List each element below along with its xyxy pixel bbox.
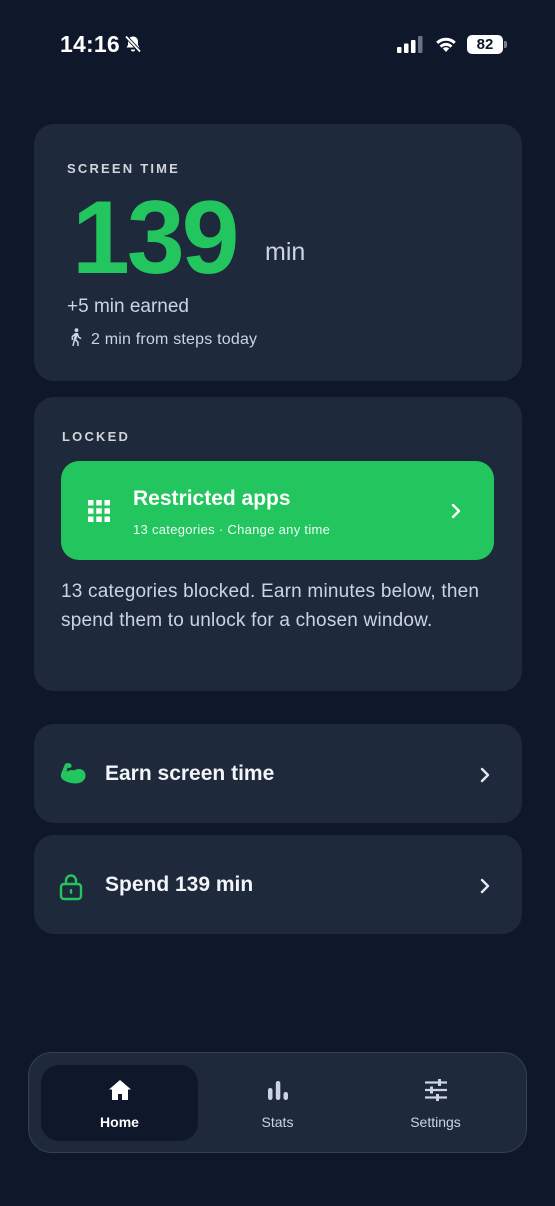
tab-home-label: Home (100, 1114, 139, 1130)
status-bar: 14:16 82 (0, 0, 555, 90)
walking-icon (69, 328, 83, 351)
battery-tip (504, 41, 507, 48)
chevron-right-icon (479, 766, 491, 789)
tab-settings-label: Settings (410, 1114, 461, 1130)
spend-minutes-button[interactable]: Spend 139 min (34, 835, 522, 934)
steps-text: 2 min from steps today (91, 330, 258, 348)
chevron-right-icon (479, 877, 491, 900)
bell-muted-icon (123, 34, 143, 59)
earned-minutes: +5 min earned (67, 296, 189, 317)
locked-description: 13 categories blocked. Earn minutes belo… (61, 581, 480, 631)
tab-settings[interactable]: Settings (357, 1065, 514, 1141)
steps-row: 2 min from steps today (69, 328, 257, 351)
earn-screen-time-label: Earn screen time (105, 762, 275, 785)
spend-minutes-label: Spend 139 min (105, 873, 254, 896)
grid-icon (88, 500, 110, 527)
restricted-apps-subtitle: 13 categories · Change any time (133, 522, 331, 537)
status-time: 14:16 (60, 31, 120, 57)
screen-time-unit: min (265, 238, 306, 266)
restricted-apps-button[interactable]: Restricted apps 13 categories · Change a… (61, 461, 494, 560)
home-icon (108, 1079, 132, 1106)
chevron-right-icon (450, 502, 462, 525)
cellular-signal-icon (397, 36, 423, 58)
tab-stats[interactable]: Stats (199, 1065, 356, 1141)
stats-icon (266, 1079, 290, 1106)
tab-home[interactable]: Home (41, 1065, 198, 1141)
sliders-icon (424, 1079, 448, 1106)
screen-time-label: SCREEN TIME (67, 161, 181, 176)
wifi-icon (434, 35, 458, 58)
locked-card: LOCKED Restricted apps 13 categories · C… (34, 397, 522, 691)
earn-screen-time-button[interactable]: Earn screen time (34, 724, 522, 823)
restricted-apps-title: Restricted apps (133, 487, 291, 510)
screen-time-value: 139 (72, 180, 240, 296)
flexed-bicep-icon (59, 762, 87, 793)
locked-label: LOCKED (62, 429, 131, 444)
tab-bar: Home Stats Settings (28, 1052, 527, 1153)
screen-time-card: SCREEN TIME 139 min +5 min earned 2 min … (34, 124, 522, 381)
tab-stats-label: Stats (261, 1114, 294, 1130)
unlock-icon (59, 873, 83, 906)
battery-level: 82 (467, 35, 503, 54)
